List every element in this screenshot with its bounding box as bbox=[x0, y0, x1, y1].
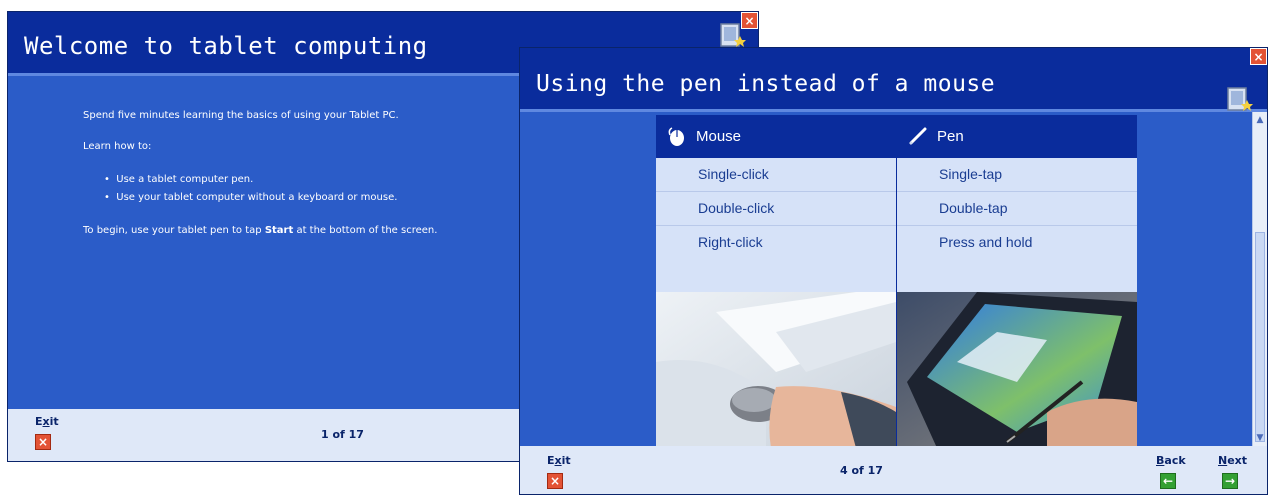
list-item: Single-click bbox=[656, 158, 896, 192]
title-bar: Using the pen instead of a mouse bbox=[520, 48, 1267, 112]
exit-label[interactable]: Exit bbox=[547, 454, 571, 467]
pen-vs-mouse-window: Using the pen instead of a mouse × Mouse… bbox=[519, 47, 1268, 495]
close-icon[interactable]: × bbox=[741, 12, 758, 29]
close-icon[interactable]: × bbox=[1250, 48, 1267, 65]
mouse-header: Mouse bbox=[656, 115, 896, 158]
list-item: Right-click bbox=[698, 234, 763, 250]
pen-icon bbox=[909, 127, 927, 145]
next-label[interactable]: Next bbox=[1218, 454, 1247, 467]
exit-icon[interactable]: × bbox=[35, 434, 51, 450]
mouse-photo bbox=[656, 292, 896, 448]
bullet-item: • Use a tablet computer pen. bbox=[104, 174, 254, 185]
page-counter: 1 of 17 bbox=[321, 428, 364, 441]
list-item: Double-click bbox=[656, 192, 896, 226]
next-arrow-icon[interactable]: → bbox=[1222, 473, 1238, 489]
begin-text: To begin, use your tablet pen to tap Sta… bbox=[83, 225, 438, 236]
back-label[interactable]: Back bbox=[1156, 454, 1186, 467]
page-counter: 4 of 17 bbox=[840, 464, 883, 477]
vertical-scrollbar[interactable]: ▲ ▼ bbox=[1252, 112, 1267, 446]
list-item: Double-tap bbox=[897, 192, 1137, 226]
scroll-down-icon[interactable]: ▼ bbox=[1254, 432, 1266, 444]
mouse-icon bbox=[668, 127, 684, 146]
bullet-item: • Use your tablet computer without a key… bbox=[104, 192, 398, 203]
pen-header: Pen bbox=[897, 115, 1137, 158]
pen-photo bbox=[897, 292, 1137, 448]
scroll-up-icon[interactable]: ▲ bbox=[1254, 114, 1266, 126]
intro-text: Spend five minutes learning the basics o… bbox=[83, 110, 399, 121]
window-title: Welcome to tablet computing bbox=[24, 32, 428, 60]
tablet-tour-icon bbox=[1227, 87, 1253, 111]
mouse-column: Mouse Single-click Double-click Right-cl… bbox=[656, 115, 896, 448]
exit-label[interactable]: Exit bbox=[35, 415, 59, 428]
footer-bar: Exit × 4 of 17 Back ← Next → bbox=[520, 446, 1267, 494]
pen-column: Pen Single-tap Double-tap Press and hold bbox=[897, 115, 1137, 448]
scroll-thumb[interactable] bbox=[1255, 232, 1265, 442]
list-item: Single-tap bbox=[897, 158, 1137, 192]
learn-how-text: Learn how to: bbox=[83, 141, 152, 152]
back-arrow-icon[interactable]: ← bbox=[1160, 473, 1176, 489]
window-title: Using the pen instead of a mouse bbox=[536, 71, 996, 97]
exit-icon[interactable]: × bbox=[547, 473, 563, 489]
list-item: Press and hold bbox=[939, 234, 1033, 250]
